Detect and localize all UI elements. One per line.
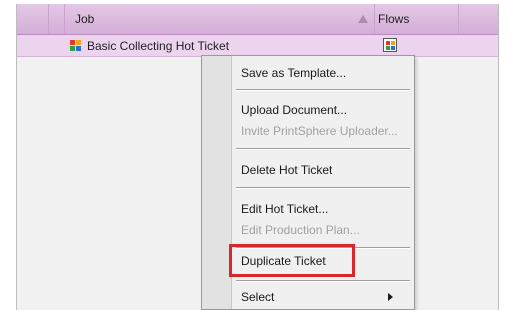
menu-item-upload-document[interactable]: Upload Document... <box>241 103 347 117</box>
table-row[interactable]: Basic Collecting Hot Ticket <box>17 35 498 57</box>
menu-icon-gutter <box>202 56 232 309</box>
menu-separator <box>236 247 410 249</box>
menu-item-delete-hot-ticket[interactable]: Delete Hot Ticket <box>241 163 332 177</box>
menu-item-select[interactable]: Select <box>241 290 274 304</box>
menu-item-edit-hot-ticket[interactable]: Edit Hot Ticket... <box>241 202 328 216</box>
menu-separator <box>236 187 410 189</box>
sort-ascending-icon[interactable] <box>358 15 368 23</box>
menu-item-invite-uploader: Invite PrintSphere Uploader... <box>241 124 398 138</box>
select-column-header[interactable] <box>17 4 49 34</box>
job-column-header[interactable]: Job <box>65 4 375 34</box>
submenu-arrow-icon <box>388 293 393 301</box>
flow-icon[interactable] <box>383 38 397 52</box>
flows-column-label: Flows <box>378 12 410 26</box>
job-column-label: Job <box>75 12 95 26</box>
menu-item-save-as-template[interactable]: Save as Template... <box>241 66 346 80</box>
menu-separator <box>236 280 410 282</box>
spacer-column-header <box>49 4 65 34</box>
menu-separator <box>236 89 410 91</box>
grid-header: Job Flows <box>17 4 498 35</box>
hot-ticket-icon <box>70 40 82 52</box>
context-menu: Save as Template... Upload Document... I… <box>201 55 415 310</box>
job-name: Basic Collecting Hot Ticket <box>87 39 230 53</box>
flows-column-header[interactable]: Flows <box>375 4 459 34</box>
menu-item-edit-production-plan: Edit Production Plan... <box>241 223 360 237</box>
menu-separator <box>236 148 410 150</box>
menu-item-duplicate-ticket[interactable]: Duplicate Ticket <box>241 254 326 268</box>
extra-column-header[interactable] <box>459 4 500 34</box>
